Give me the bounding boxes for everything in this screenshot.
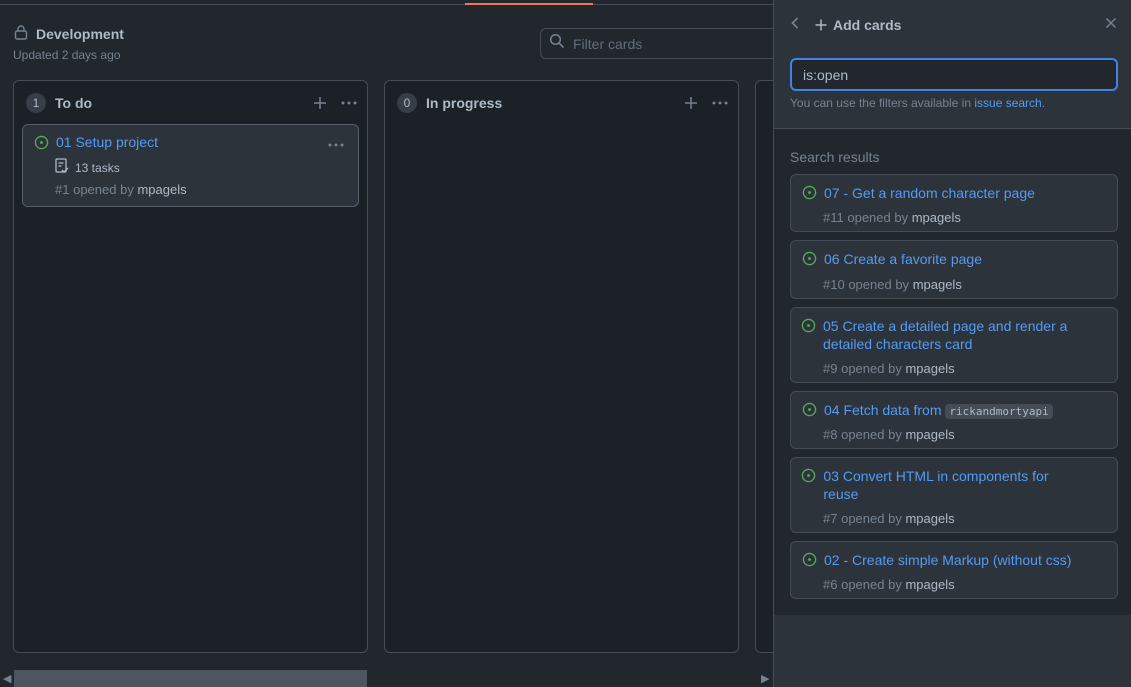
opened-by-text: opened by bbox=[848, 277, 910, 292]
column-menu-icon[interactable] bbox=[341, 101, 357, 105]
issue-author[interactable]: mpagels bbox=[913, 277, 962, 292]
scrollbar-thumb[interactable] bbox=[14, 670, 367, 687]
opened-by-text: opened by bbox=[841, 427, 902, 442]
issue-author[interactable]: mpagels bbox=[905, 511, 954, 526]
result-meta: #11 opened by mpagels bbox=[823, 210, 961, 225]
hint-suffix: . bbox=[1041, 96, 1046, 110]
card-search-input[interactable] bbox=[803, 66, 1103, 83]
issue-open-icon bbox=[801, 401, 817, 417]
search-icon bbox=[549, 33, 565, 54]
panel-title-text: Add cards bbox=[833, 17, 902, 33]
panel-title: Add cards bbox=[815, 17, 901, 33]
search-results-area: Search results 07 - Get a random charact… bbox=[774, 129, 1131, 615]
column-card-count: 1 bbox=[26, 93, 46, 113]
issue-number: #6 bbox=[823, 577, 838, 592]
result-title[interactable]: 02 - Create simple Markup (without css) bbox=[824, 551, 1071, 569]
result-meta: #10 opened by mpagels bbox=[823, 277, 962, 292]
add-card-icon[interactable] bbox=[684, 96, 698, 110]
search-hint: You can use the filters available in iss… bbox=[790, 96, 1045, 110]
opened-by-text: opened by bbox=[847, 210, 909, 225]
issue-author[interactable]: mpagels bbox=[137, 182, 186, 197]
opened-by-text: opened by bbox=[841, 511, 902, 526]
issue-open-icon bbox=[801, 250, 817, 266]
result-title-code: rickandmortyapi bbox=[945, 404, 1053, 419]
active-tab-indicator bbox=[465, 3, 593, 5]
scroll-left-icon[interactable]: ◀ bbox=[3, 672, 11, 685]
issue-number: #1 bbox=[55, 182, 70, 197]
issue-author[interactable]: mpagels bbox=[905, 427, 954, 442]
column-in-progress: 0 In progress bbox=[384, 80, 739, 653]
back-icon[interactable] bbox=[791, 16, 799, 34]
issue-open-icon bbox=[801, 467, 816, 483]
column-name: To do bbox=[55, 95, 93, 111]
issue-number: #10 bbox=[823, 277, 845, 292]
search-result-card[interactable]: 04 Fetch data from rickandmortyapi #8 op… bbox=[790, 391, 1118, 449]
issue-number: #9 bbox=[823, 361, 838, 376]
opened-by-text: opened by bbox=[841, 361, 902, 376]
column-name: In progress bbox=[426, 95, 503, 111]
result-meta: #7 opened by mpagels bbox=[823, 511, 955, 526]
column-header: 1 To do bbox=[26, 93, 357, 113]
lock-icon bbox=[14, 24, 28, 43]
hint-text: You can use the filters available in bbox=[790, 96, 972, 110]
search-result-card[interactable]: 07 - Get a random character page #11 ope… bbox=[790, 174, 1118, 232]
result-title[interactable]: 04 Fetch data from rickandmortyapi bbox=[824, 401, 1053, 421]
project-updated: Updated 2 days ago bbox=[13, 48, 121, 62]
issue-card[interactable]: 01 Setup project 13 tasks #1 opened by m… bbox=[22, 124, 359, 207]
column-header: 0 In progress bbox=[397, 93, 728, 113]
scroll-right-icon[interactable]: ▶ bbox=[761, 672, 769, 685]
column-menu-icon[interactable] bbox=[712, 101, 728, 105]
issue-open-icon bbox=[801, 317, 816, 333]
result-title[interactable]: 05 Create a detailed page and render a d… bbox=[823, 317, 1077, 353]
search-result-card[interactable]: 03 Convert HTML in components for reuse … bbox=[790, 457, 1118, 533]
issue-author[interactable]: mpagels bbox=[912, 210, 961, 225]
add-card-icon[interactable] bbox=[313, 96, 327, 110]
card-menu-icon[interactable] bbox=[328, 134, 344, 152]
issue-number: #7 bbox=[823, 511, 838, 526]
checklist-icon bbox=[55, 158, 69, 177]
search-results-label: Search results bbox=[790, 149, 880, 165]
card-search-field[interactable] bbox=[790, 58, 1118, 91]
opened-by-text: opened by bbox=[73, 182, 134, 197]
result-meta: #6 opened by mpagels bbox=[823, 577, 955, 592]
issue-open-icon bbox=[801, 184, 817, 200]
result-meta: #9 opened by mpagels bbox=[823, 361, 955, 376]
project-title: Development bbox=[14, 24, 124, 43]
column-to-do: 1 To do 01 Setup project 13 tasks #1 ope… bbox=[13, 80, 368, 653]
issue-card-meta: #1 opened by mpagels bbox=[55, 182, 187, 197]
issue-open-icon bbox=[801, 551, 817, 567]
issue-search-link[interactable]: issue search bbox=[974, 96, 1041, 110]
filter-cards-input[interactable] bbox=[573, 35, 753, 52]
search-result-card[interactable]: 06 Create a favorite page #10 opened by … bbox=[790, 240, 1118, 299]
result-title-text: 04 Fetch data from bbox=[824, 402, 942, 418]
task-list-summary: 13 tasks bbox=[55, 158, 120, 177]
issue-number: #11 bbox=[823, 210, 844, 225]
filter-cards-field[interactable] bbox=[540, 28, 800, 59]
result-title[interactable]: 06 Create a favorite page bbox=[824, 250, 982, 268]
issue-author[interactable]: mpagels bbox=[905, 361, 954, 376]
search-result-card[interactable]: 02 - Create simple Markup (without css) … bbox=[790, 541, 1118, 599]
task-count: 13 tasks bbox=[75, 160, 120, 175]
result-title[interactable]: 03 Convert HTML in components for reuse bbox=[823, 467, 1077, 503]
issue-card-title[interactable]: 01 Setup project bbox=[56, 134, 158, 150]
search-result-card[interactable]: 05 Create a detailed page and render a d… bbox=[790, 307, 1118, 383]
issue-author[interactable]: mpagels bbox=[905, 577, 954, 592]
project-name: Development bbox=[36, 25, 124, 42]
result-meta: #8 opened by mpagels bbox=[823, 427, 955, 442]
close-icon[interactable] bbox=[1105, 16, 1117, 34]
panel-header: Add cards bbox=[791, 16, 1117, 34]
horizontal-scrollbar[interactable]: ◀ ▶ bbox=[0, 670, 773, 687]
column-card-count: 0 bbox=[397, 93, 417, 113]
plus-icon bbox=[815, 19, 827, 31]
opened-by-text: opened by bbox=[841, 577, 902, 592]
issue-open-icon bbox=[33, 134, 49, 150]
result-title[interactable]: 07 - Get a random character page bbox=[824, 184, 1035, 202]
add-cards-panel: Add cards You can use the filters availa… bbox=[773, 0, 1131, 687]
issue-number: #8 bbox=[823, 427, 838, 442]
